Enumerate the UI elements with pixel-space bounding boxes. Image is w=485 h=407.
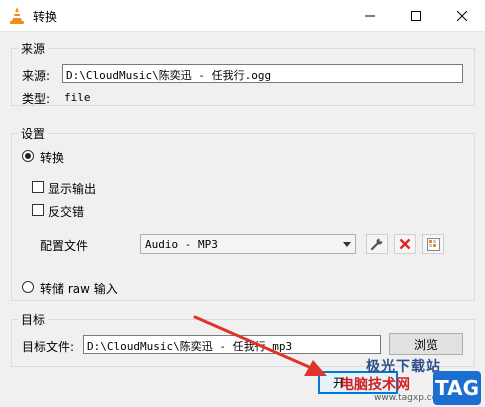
watermark-site-text: 极光下载站 [366, 359, 441, 375]
annotation-arrow-icon [193, 315, 327, 376]
watermark-red-text: 电脑技术网 [340, 377, 410, 393]
watermark: 极光下载站 电脑技术网 www.tagxp.com TAG [340, 355, 485, 407]
watermark-tag-logo: TAG [433, 371, 481, 405]
